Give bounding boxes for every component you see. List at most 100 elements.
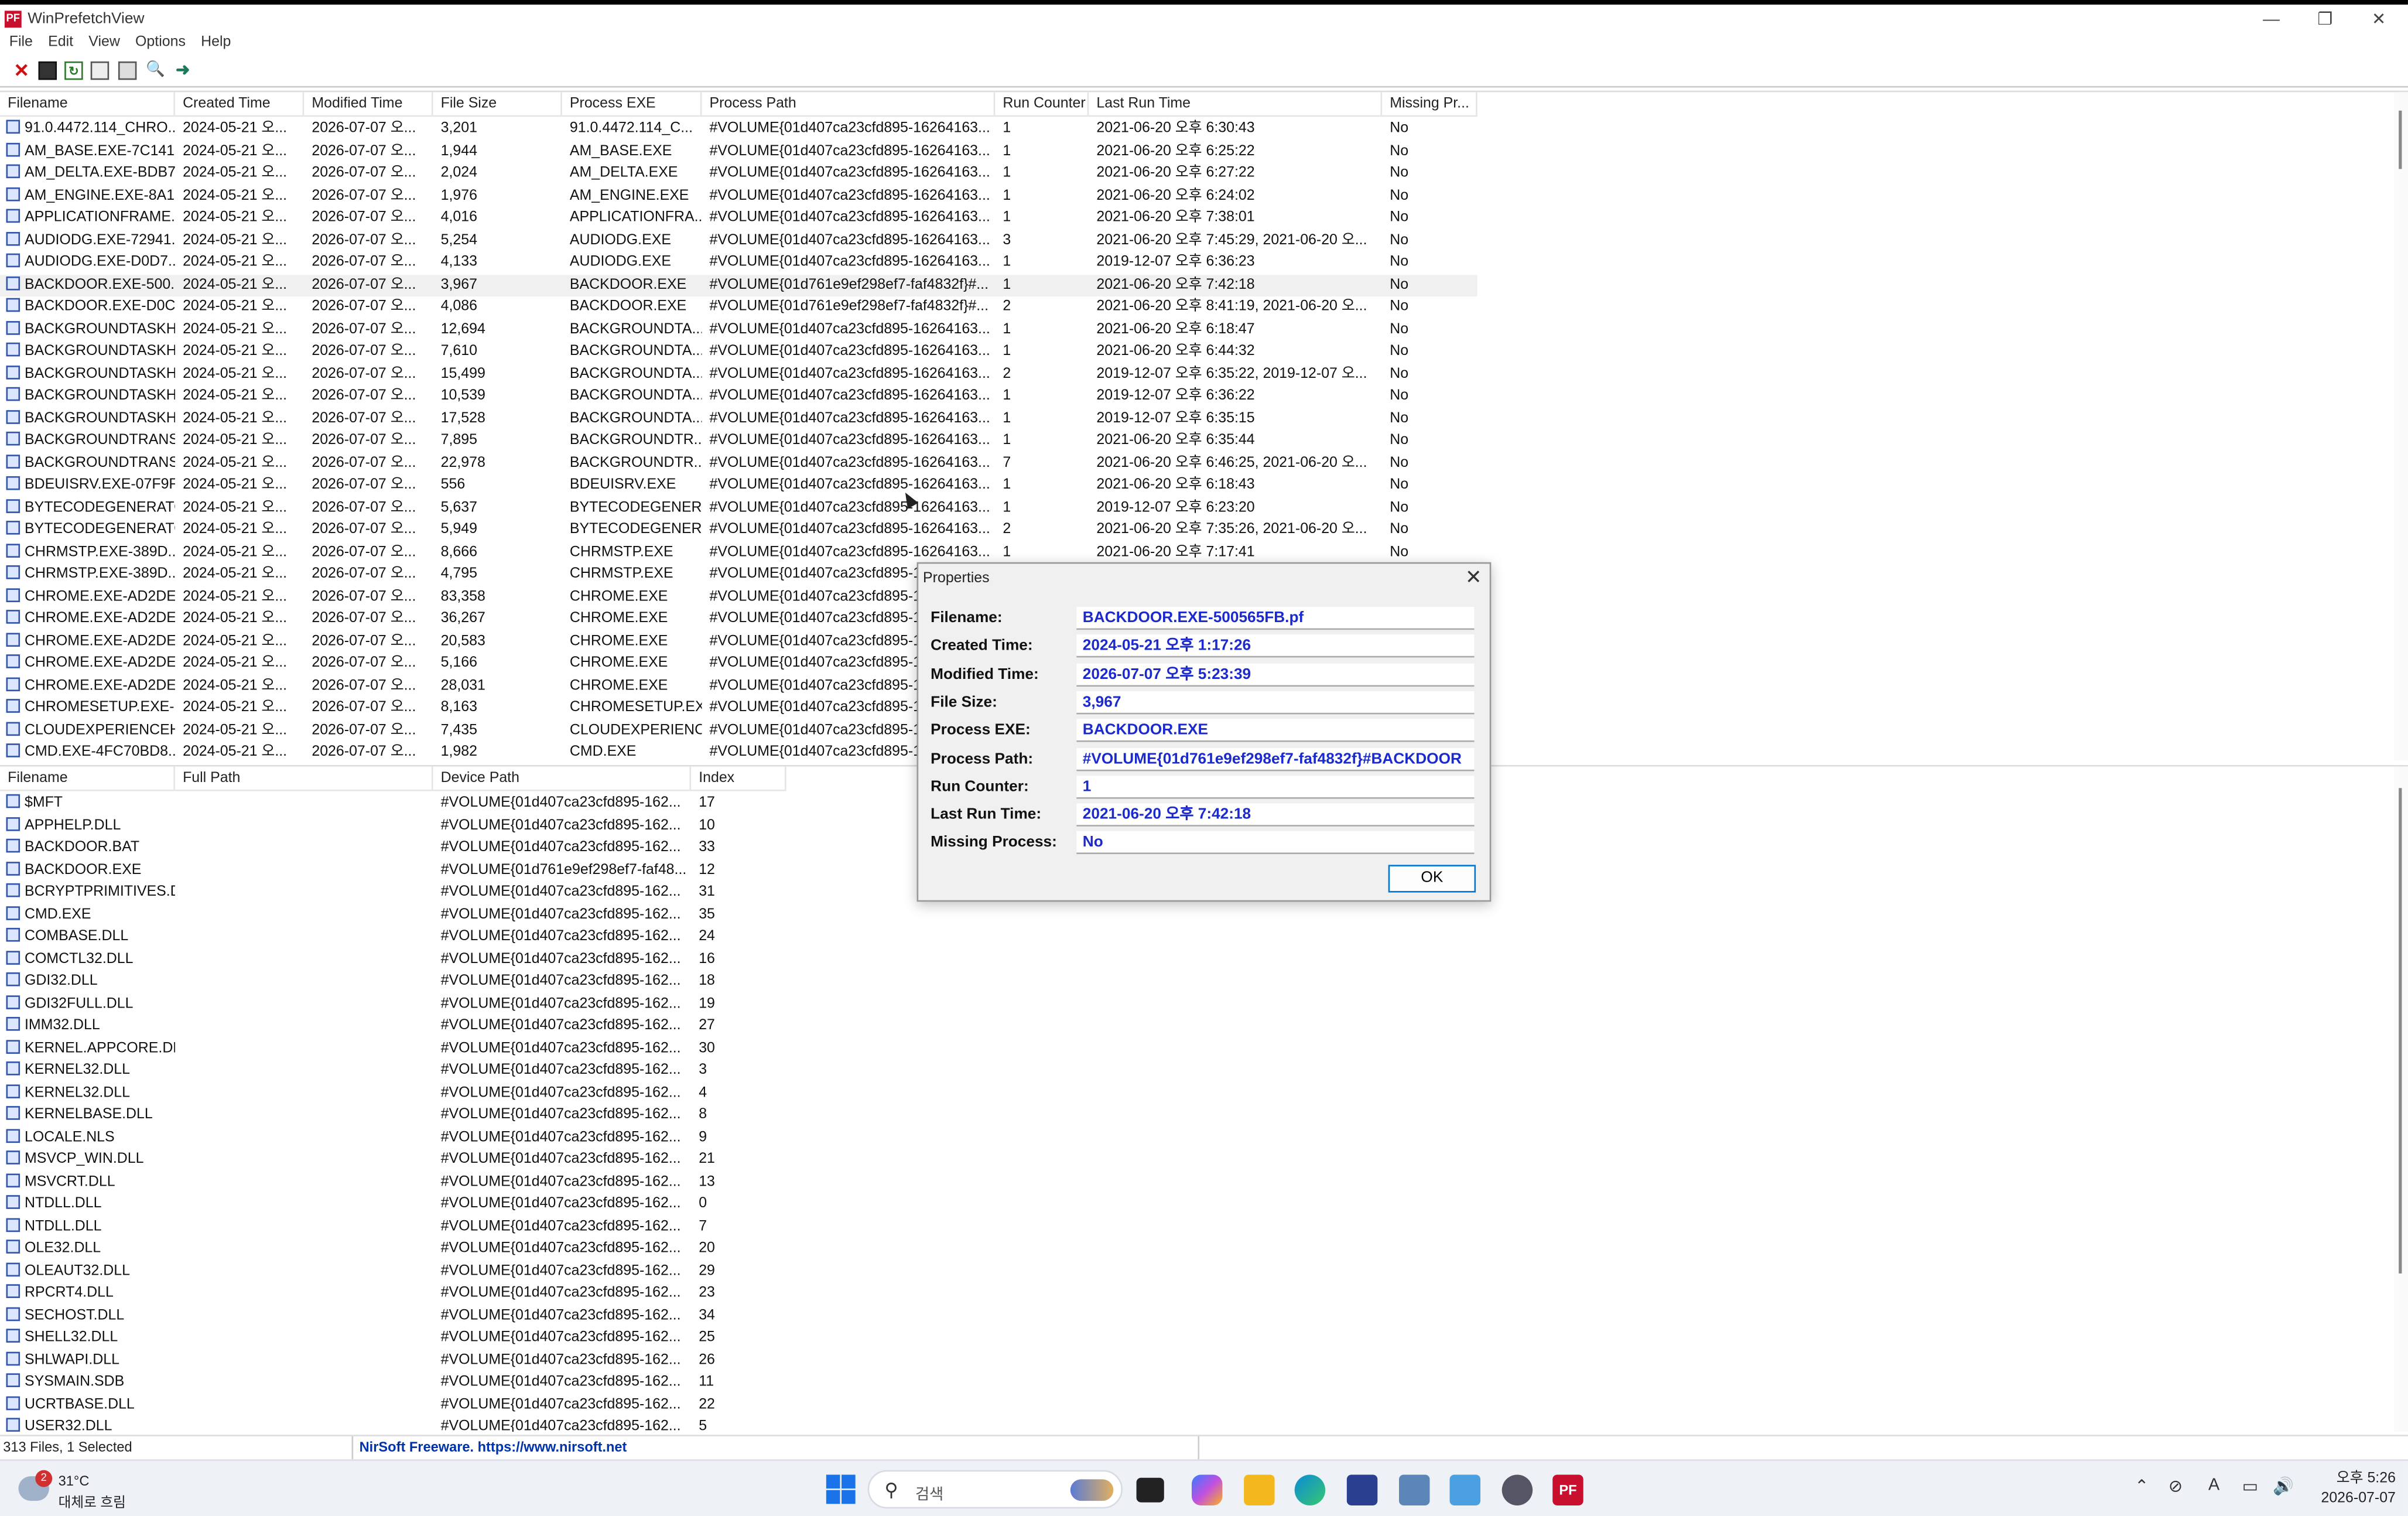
display-icon[interactable]: ▭ xyxy=(2242,1476,2258,1496)
table-row[interactable]: AM_ENGINE.EXE-8A1... 2024-05-21 오... 2026-… xyxy=(0,185,1477,207)
list-item[interactable]: MSVCP_WIN.DLL #VOLUME{01d407ca23cfd895-16… xyxy=(0,1149,786,1172)
property-value-field[interactable]: No xyxy=(1076,831,1475,855)
list-item[interactable]: RPCRT4.DLL #VOLUME{01d407ca23cfd895-162..… xyxy=(0,1283,786,1305)
property-value-field[interactable]: 2021-06-20 오후 7:42:18 xyxy=(1076,803,1475,827)
clock[interactable]: 오후 5:26 2026-07-07 xyxy=(2304,1469,2395,1508)
delete-icon[interactable]: ✕ xyxy=(12,62,30,80)
ok-button[interactable]: OK xyxy=(1388,865,1476,893)
col-file-size[interactable]: File Size xyxy=(433,92,562,115)
col-index[interactable]: Index xyxy=(691,766,786,790)
list-item[interactable]: CMD.EXE #VOLUME{01d407ca23cfd895-162... 35 xyxy=(0,904,786,926)
list-item[interactable]: IMM32.DLL #VOLUME{01d407ca23cfd895-162...… xyxy=(0,1015,786,1037)
save-icon[interactable] xyxy=(38,61,57,80)
table-row[interactable]: APPLICATIONFRAME... 2024-05-21 오... 2026-0… xyxy=(0,207,1477,230)
list-item[interactable]: BCRYPTPRIMITIVES.D... #VOLUME{01d407ca23c… xyxy=(0,882,786,904)
col-process-path[interactable]: Process Path xyxy=(702,92,996,115)
volume-icon[interactable]: 🔊 xyxy=(2273,1476,2294,1496)
list-item[interactable]: NTDLL.DLL #VOLUME{01d407ca23cfd895-162...… xyxy=(0,1194,786,1216)
file-explorer-icon[interactable] xyxy=(1244,1474,1275,1505)
list-item[interactable]: SHELL32.DLL #VOLUME{01d407ca23cfd895-162.… xyxy=(0,1327,786,1350)
col-missing-process[interactable]: Missing Pr... xyxy=(1382,92,1477,115)
list-item[interactable]: USER32.DLL #VOLUME{01d407ca23cfd895-162..… xyxy=(0,1416,786,1432)
list-item[interactable]: $MFT #VOLUME{01d407ca23cfd895-162... 17 xyxy=(0,793,786,815)
table-row[interactable]: 91.0.4472.114_CHRO... 2024-05-21 오... 2026… xyxy=(0,118,1477,141)
menu-view[interactable]: View xyxy=(83,30,126,55)
col-created-time[interactable]: Created Time xyxy=(175,92,305,115)
col-full-path[interactable]: Full Path xyxy=(175,766,433,790)
property-value-field[interactable]: BACKDOOR.EXE-500565FB.pf xyxy=(1076,606,1475,630)
list-item[interactable]: KERNEL32.DLL #VOLUME{01d407ca23cfd895-162… xyxy=(0,1082,786,1104)
remote-desktop-icon[interactable] xyxy=(1449,1474,1480,1505)
upper-scrollbar[interactable] xyxy=(2394,92,2408,761)
table-row[interactable]: BDEUISRV.EXE-07F9F... 2024-05-21 오... 2026… xyxy=(0,474,1477,497)
table-row[interactable]: BACKDOOR.EXE-D0C... 2024-05-21 오... 2026-0… xyxy=(0,296,1477,319)
list-item[interactable]: UCRTBASE.DLL #VOLUME{01d407ca23cfd895-162… xyxy=(0,1394,786,1416)
col-last-run-time[interactable]: Last Run Time xyxy=(1089,92,1383,115)
properties-icon[interactable] xyxy=(118,61,137,80)
property-value-field[interactable]: #VOLUME{01d761e9ef298ef7-faf4832f}#BACKD… xyxy=(1076,747,1475,771)
list-item[interactable]: SHLWAPI.DLL #VOLUME{01d407ca23cfd895-162.… xyxy=(0,1350,786,1372)
table-row[interactable]: BACKGROUNDTRANS... 2024-05-21 오... 2026-07… xyxy=(0,452,1477,474)
table-row[interactable]: BACKGROUNDTASKH... 2024-05-21 오... 2026-07… xyxy=(0,341,1477,363)
table-row[interactable]: BYTECODEGENERATO... 2024-05-21 오... 2026-0… xyxy=(0,519,1477,541)
exit-icon[interactable]: ➜ xyxy=(173,62,191,80)
network-app-icon[interactable] xyxy=(1399,1474,1430,1505)
list-item[interactable]: SECHOST.DLL #VOLUME{01d407ca23cfd895-162.… xyxy=(0,1305,786,1327)
find-icon[interactable]: 🔍 xyxy=(146,62,165,80)
menu-file[interactable]: File xyxy=(3,30,39,55)
table-row[interactable]: BACKDOOR.EXE-500... 2024-05-21 오... 2026-0… xyxy=(0,274,1477,297)
col-modified-time[interactable]: Modified Time xyxy=(304,92,433,115)
list-item[interactable]: COMCTL32.DLL #VOLUME{01d407ca23cfd895-162… xyxy=(0,948,786,971)
list-item[interactable]: GDI32FULL.DLL #VOLUME{01d407ca23cfd895-16… xyxy=(0,993,786,1015)
list-item[interactable]: GDI32.DLL #VOLUME{01d407ca23cfd895-162...… xyxy=(0,971,786,993)
settings-icon[interactable] xyxy=(1501,1474,1533,1505)
list-item[interactable]: APPHELP.DLL #VOLUME{01d407ca23cfd895-162.… xyxy=(0,815,786,837)
copilot-icon[interactable] xyxy=(1191,1474,1223,1505)
table-row[interactable]: AM_BASE.EXE-7C141... 2024-05-21 오... 2026-… xyxy=(0,141,1477,163)
lower-scrollbar[interactable] xyxy=(2394,766,2408,1432)
list-item[interactable]: KERNEL32.DLL #VOLUME{01d407ca23cfd895-162… xyxy=(0,1060,786,1082)
table-row[interactable]: BACKGROUNDTASKH... 2024-05-21 오... 2026-07… xyxy=(0,385,1477,408)
minimize-button[interactable]: — xyxy=(2245,8,2297,32)
dialog-close-icon[interactable]: ✕ xyxy=(1465,565,1482,590)
property-value-field[interactable]: 2026-07-07 오후 5:23:39 xyxy=(1076,663,1475,687)
table-row[interactable]: BACKGROUNDTASKH... 2024-05-21 오... 2026-07… xyxy=(0,363,1477,385)
property-value-field[interactable]: 1 xyxy=(1076,775,1475,799)
refresh-icon[interactable]: ↻ xyxy=(64,61,83,80)
list-item[interactable]: SYSMAIN.SDB #VOLUME{01d407ca23cfd895-162.… xyxy=(0,1372,786,1394)
list-item[interactable]: BACKDOOR.EXE #VOLUME{01d761e9ef298ef7-faf… xyxy=(0,859,786,882)
table-row[interactable]: BACKGROUNDTRANS... 2024-05-21 오... 2026-07… xyxy=(0,430,1477,452)
restore-button[interactable]: ❐ xyxy=(2299,8,2351,32)
ime-icon[interactable]: A xyxy=(2208,1476,2219,1494)
list-item[interactable]: BACKDOOR.BAT #VOLUME{01d407ca23cfd895-162… xyxy=(0,837,786,859)
list-item[interactable]: OLE32.DLL #VOLUME{01d407ca23cfd895-162...… xyxy=(0,1238,786,1261)
property-value-field[interactable]: 2024-05-21 오후 1:17:26 xyxy=(1076,634,1475,658)
list-item[interactable]: COMBASE.DLL #VOLUME{01d407ca23cfd895-162.… xyxy=(0,926,786,948)
col-lower-filename[interactable]: Filename xyxy=(0,766,175,790)
col-device-path[interactable]: Device Path xyxy=(433,766,692,790)
list-item[interactable]: LOCALE.NLS #VOLUME{01d407ca23cfd895-162..… xyxy=(0,1127,786,1149)
table-row[interactable]: BACKGROUNDTASKH... 2024-05-21 오... 2026-07… xyxy=(0,319,1477,341)
edge-icon[interactable] xyxy=(1294,1474,1326,1505)
col-process-exe[interactable]: Process EXE xyxy=(562,92,702,115)
chevron-up-icon[interactable]: ⌃ xyxy=(2135,1476,2149,1496)
property-value-field[interactable]: BACKDOOR.EXE xyxy=(1076,719,1475,743)
network-off-icon[interactable]: ⊘ xyxy=(2168,1476,2183,1496)
table-row[interactable]: BACKGROUNDTASKH... 2024-05-21 오... 2026-07… xyxy=(0,408,1477,430)
winprefetchview-taskbar-icon[interactable]: PF xyxy=(1552,1474,1583,1505)
table-row[interactable]: BYTECODEGENERATO... 2024-05-21 오... 2026-0… xyxy=(0,497,1477,519)
list-item[interactable]: KERNELBASE.DLL #VOLUME{01d407ca23cfd895-1… xyxy=(0,1105,786,1127)
menu-help[interactable]: Help xyxy=(195,30,237,55)
table-row[interactable]: AUDIODG.EXE-D0D7... 2024-05-21 오... 2026-0… xyxy=(0,252,1477,274)
status-credit-link[interactable]: NirSoft Freeware. https://www.nirsoft.ne… xyxy=(360,1439,627,1454)
table-row[interactable]: AUDIODG.EXE-72941... 2024-05-21 오... 2026-… xyxy=(0,230,1477,252)
copy-icon[interactable] xyxy=(90,61,110,80)
start-button[interactable] xyxy=(826,1474,856,1504)
menu-edit[interactable]: Edit xyxy=(42,30,80,55)
table-row[interactable]: AM_DELTA.EXE-BDB7... 2024-05-21 오... 2026-… xyxy=(0,163,1477,185)
task-view-icon[interactable] xyxy=(1136,1477,1164,1503)
col-filename[interactable]: Filename xyxy=(0,92,175,115)
list-item[interactable]: KERNEL.APPCORE.DLL #VOLUME{01d407ca23cfd8… xyxy=(0,1037,786,1060)
list-item[interactable]: NTDLL.DLL #VOLUME{01d407ca23cfd895-162...… xyxy=(0,1216,786,1238)
menu-options[interactable]: Options xyxy=(129,30,192,55)
